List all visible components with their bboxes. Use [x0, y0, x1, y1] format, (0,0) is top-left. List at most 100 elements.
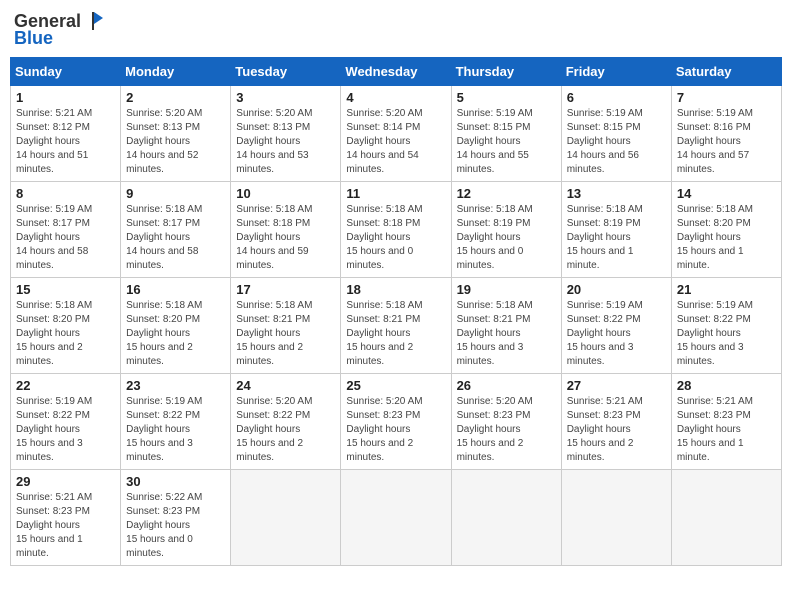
- day-info: Sunrise: 5:21 AM Sunset: 8:12 PM Dayligh…: [16, 107, 115, 177]
- calendar-cell: 29 Sunrise: 5:21 AM Sunset: 8:23 PM Dayl…: [11, 470, 121, 566]
- day-number: 16: [126, 282, 225, 297]
- logo: General Blue: [14, 10, 105, 49]
- day-number: 5: [457, 90, 556, 105]
- day-info: Sunrise: 5:18 AM Sunset: 8:21 PM Dayligh…: [346, 299, 445, 369]
- calendar-week-2: 8 Sunrise: 5:19 AM Sunset: 8:17 PM Dayli…: [11, 182, 782, 278]
- day-info: Sunrise: 5:21 AM Sunset: 8:23 PM Dayligh…: [16, 491, 115, 561]
- calendar-cell: 1 Sunrise: 5:21 AM Sunset: 8:12 PM Dayli…: [11, 86, 121, 182]
- calendar-cell: 23 Sunrise: 5:19 AM Sunset: 8:22 PM Dayl…: [121, 374, 231, 470]
- col-header-sunday: Sunday: [11, 58, 121, 86]
- day-info: Sunrise: 5:18 AM Sunset: 8:20 PM Dayligh…: [16, 299, 115, 369]
- col-header-wednesday: Wednesday: [341, 58, 451, 86]
- day-info: Sunrise: 5:19 AM Sunset: 8:22 PM Dayligh…: [677, 299, 776, 369]
- logo-flag-icon: [83, 10, 105, 32]
- day-info: Sunrise: 5:18 AM Sunset: 8:19 PM Dayligh…: [457, 203, 556, 273]
- calendar-cell: 7 Sunrise: 5:19 AM Sunset: 8:16 PM Dayli…: [671, 86, 781, 182]
- calendar-cell: 11 Sunrise: 5:18 AM Sunset: 8:18 PM Dayl…: [341, 182, 451, 278]
- calendar-cell: 17 Sunrise: 5:18 AM Sunset: 8:21 PM Dayl…: [231, 278, 341, 374]
- day-number: 29: [16, 474, 115, 489]
- day-info: Sunrise: 5:18 AM Sunset: 8:20 PM Dayligh…: [677, 203, 776, 273]
- calendar-cell: 3 Sunrise: 5:20 AM Sunset: 8:13 PM Dayli…: [231, 86, 341, 182]
- calendar-week-3: 15 Sunrise: 5:18 AM Sunset: 8:20 PM Dayl…: [11, 278, 782, 374]
- day-number: 25: [346, 378, 445, 393]
- calendar-cell: 6 Sunrise: 5:19 AM Sunset: 8:15 PM Dayli…: [561, 86, 671, 182]
- col-header-thursday: Thursday: [451, 58, 561, 86]
- calendar-cell: 10 Sunrise: 5:18 AM Sunset: 8:18 PM Dayl…: [231, 182, 341, 278]
- day-info: Sunrise: 5:19 AM Sunset: 8:16 PM Dayligh…: [677, 107, 776, 177]
- calendar-cell: [341, 470, 451, 566]
- day-number: 23: [126, 378, 225, 393]
- calendar-cell: 15 Sunrise: 5:18 AM Sunset: 8:20 PM Dayl…: [11, 278, 121, 374]
- calendar-cell: [671, 470, 781, 566]
- day-number: 6: [567, 90, 666, 105]
- calendar-cell: 12 Sunrise: 5:18 AM Sunset: 8:19 PM Dayl…: [451, 182, 561, 278]
- day-number: 13: [567, 186, 666, 201]
- calendar-header-row: SundayMondayTuesdayWednesdayThursdayFrid…: [11, 58, 782, 86]
- calendar-table: SundayMondayTuesdayWednesdayThursdayFrid…: [10, 57, 782, 566]
- day-number: 21: [677, 282, 776, 297]
- calendar-cell: [451, 470, 561, 566]
- calendar-cell: 5 Sunrise: 5:19 AM Sunset: 8:15 PM Dayli…: [451, 86, 561, 182]
- day-number: 9: [126, 186, 225, 201]
- calendar-week-5: 29 Sunrise: 5:21 AM Sunset: 8:23 PM Dayl…: [11, 470, 782, 566]
- day-number: 11: [346, 186, 445, 201]
- calendar-cell: 22 Sunrise: 5:19 AM Sunset: 8:22 PM Dayl…: [11, 374, 121, 470]
- day-info: Sunrise: 5:18 AM Sunset: 8:20 PM Dayligh…: [126, 299, 225, 369]
- day-number: 8: [16, 186, 115, 201]
- col-header-monday: Monday: [121, 58, 231, 86]
- day-number: 24: [236, 378, 335, 393]
- day-number: 22: [16, 378, 115, 393]
- day-info: Sunrise: 5:19 AM Sunset: 8:22 PM Dayligh…: [16, 395, 115, 465]
- day-info: Sunrise: 5:20 AM Sunset: 8:13 PM Dayligh…: [236, 107, 335, 177]
- calendar-cell: 30 Sunrise: 5:22 AM Sunset: 8:23 PM Dayl…: [121, 470, 231, 566]
- calendar-cell: 14 Sunrise: 5:18 AM Sunset: 8:20 PM Dayl…: [671, 182, 781, 278]
- day-number: 10: [236, 186, 335, 201]
- calendar-cell: 27 Sunrise: 5:21 AM Sunset: 8:23 PM Dayl…: [561, 374, 671, 470]
- calendar-week-1: 1 Sunrise: 5:21 AM Sunset: 8:12 PM Dayli…: [11, 86, 782, 182]
- day-info: Sunrise: 5:18 AM Sunset: 8:18 PM Dayligh…: [236, 203, 335, 273]
- calendar-cell: 25 Sunrise: 5:20 AM Sunset: 8:23 PM Dayl…: [341, 374, 451, 470]
- calendar-cell: 9 Sunrise: 5:18 AM Sunset: 8:17 PM Dayli…: [121, 182, 231, 278]
- day-info: Sunrise: 5:20 AM Sunset: 8:23 PM Dayligh…: [457, 395, 556, 465]
- day-info: Sunrise: 5:19 AM Sunset: 8:17 PM Dayligh…: [16, 203, 115, 273]
- day-number: 3: [236, 90, 335, 105]
- day-info: Sunrise: 5:19 AM Sunset: 8:15 PM Dayligh…: [567, 107, 666, 177]
- day-number: 2: [126, 90, 225, 105]
- calendar-cell: [231, 470, 341, 566]
- day-number: 19: [457, 282, 556, 297]
- day-number: 7: [677, 90, 776, 105]
- day-info: Sunrise: 5:18 AM Sunset: 8:17 PM Dayligh…: [126, 203, 225, 273]
- day-number: 20: [567, 282, 666, 297]
- calendar-cell: 4 Sunrise: 5:20 AM Sunset: 8:14 PM Dayli…: [341, 86, 451, 182]
- day-number: 14: [677, 186, 776, 201]
- day-info: Sunrise: 5:19 AM Sunset: 8:22 PM Dayligh…: [126, 395, 225, 465]
- day-info: Sunrise: 5:20 AM Sunset: 8:22 PM Dayligh…: [236, 395, 335, 465]
- day-number: 26: [457, 378, 556, 393]
- day-number: 28: [677, 378, 776, 393]
- calendar-cell: 20 Sunrise: 5:19 AM Sunset: 8:22 PM Dayl…: [561, 278, 671, 374]
- day-info: Sunrise: 5:18 AM Sunset: 8:21 PM Dayligh…: [236, 299, 335, 369]
- calendar-cell: 24 Sunrise: 5:20 AM Sunset: 8:22 PM Dayl…: [231, 374, 341, 470]
- day-info: Sunrise: 5:20 AM Sunset: 8:23 PM Dayligh…: [346, 395, 445, 465]
- calendar-cell: 8 Sunrise: 5:19 AM Sunset: 8:17 PM Dayli…: [11, 182, 121, 278]
- day-info: Sunrise: 5:21 AM Sunset: 8:23 PM Dayligh…: [677, 395, 776, 465]
- calendar-cell: 19 Sunrise: 5:18 AM Sunset: 8:21 PM Dayl…: [451, 278, 561, 374]
- day-number: 18: [346, 282, 445, 297]
- day-info: Sunrise: 5:22 AM Sunset: 8:23 PM Dayligh…: [126, 491, 225, 561]
- day-info: Sunrise: 5:18 AM Sunset: 8:21 PM Dayligh…: [457, 299, 556, 369]
- calendar-cell: [561, 470, 671, 566]
- page-header: General Blue: [10, 10, 782, 49]
- day-info: Sunrise: 5:18 AM Sunset: 8:19 PM Dayligh…: [567, 203, 666, 273]
- col-header-friday: Friday: [561, 58, 671, 86]
- col-header-tuesday: Tuesday: [231, 58, 341, 86]
- day-number: 17: [236, 282, 335, 297]
- day-info: Sunrise: 5:19 AM Sunset: 8:15 PM Dayligh…: [457, 107, 556, 177]
- calendar-cell: 26 Sunrise: 5:20 AM Sunset: 8:23 PM Dayl…: [451, 374, 561, 470]
- day-number: 12: [457, 186, 556, 201]
- day-number: 30: [126, 474, 225, 489]
- day-info: Sunrise: 5:19 AM Sunset: 8:22 PM Dayligh…: [567, 299, 666, 369]
- day-info: Sunrise: 5:21 AM Sunset: 8:23 PM Dayligh…: [567, 395, 666, 465]
- calendar-cell: 18 Sunrise: 5:18 AM Sunset: 8:21 PM Dayl…: [341, 278, 451, 374]
- day-info: Sunrise: 5:20 AM Sunset: 8:13 PM Dayligh…: [126, 107, 225, 177]
- col-header-saturday: Saturday: [671, 58, 781, 86]
